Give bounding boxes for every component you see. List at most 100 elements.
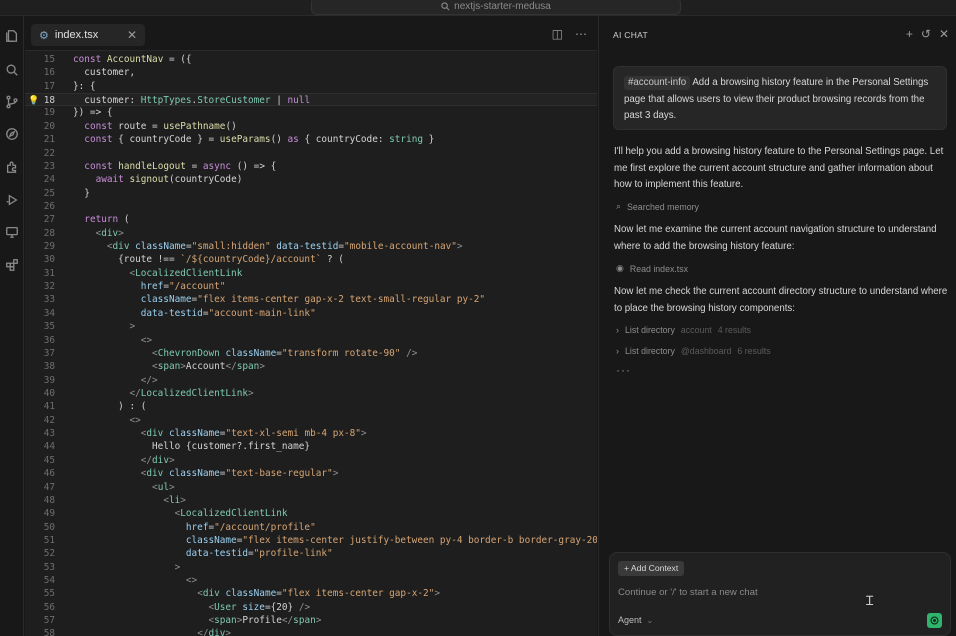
- code-line[interactable]: 27 return (: [25, 213, 597, 226]
- line-number: 53: [43, 561, 55, 573]
- code-text: </LocalizedClientLink>: [129, 387, 254, 399]
- code-text: className="flex items-center justify-bet…: [185, 534, 597, 546]
- code-line[interactable]: 25 }: [25, 187, 597, 200]
- more-icon[interactable]: ⋯: [575, 28, 587, 40]
- code-line[interactable]: 17}: {: [25, 80, 597, 93]
- split-editor-icon[interactable]: ◫: [552, 28, 563, 40]
- code-line[interactable]: 33 className="flex items-center gap-x-2 …: [25, 293, 597, 306]
- close-icon[interactable]: ✕: [939, 27, 949, 41]
- code-line[interactable]: 24 await signout(countryCode): [25, 173, 597, 186]
- code-line[interactable]: 58 </div>: [25, 627, 597, 636]
- compass-icon[interactable]: [4, 126, 20, 142]
- mode-selector[interactable]: Agent ⌄: [618, 615, 653, 625]
- code-line[interactable]: 50 href="/account/profile": [25, 521, 597, 534]
- code-line[interactable]: 42 <>: [25, 414, 597, 427]
- line-number: 22: [43, 147, 55, 159]
- line-number: 44: [43, 441, 55, 453]
- code-line[interactable]: 44 Hello {customer?.first_name}: [25, 440, 597, 453]
- add-context-button[interactable]: + Add Context: [618, 561, 685, 576]
- search-icon[interactable]: [4, 62, 20, 78]
- code-line[interactable]: 35 >: [25, 320, 597, 333]
- send-button[interactable]: [927, 613, 942, 628]
- chat-header-actions: + ↺ ✕: [906, 27, 949, 41]
- code-line[interactable]: 39 </>: [25, 374, 597, 387]
- code-line[interactable]: 26: [25, 200, 597, 213]
- tool-call-read-file[interactable]: ◉ Read index.tsx: [616, 263, 688, 274]
- code-area[interactable]: 15 const AccountNav = ({16 customer, 17}: …: [25, 53, 597, 636]
- code-line[interactable]: 47 <ul>: [25, 481, 597, 494]
- code-line[interactable]: 16 customer,: [25, 66, 597, 79]
- tool-call-list-directory[interactable]: › List directory account 4 results: [616, 325, 751, 335]
- code-line[interactable]: 48 <li>: [25, 494, 597, 507]
- tool-call-list-directory[interactable]: › List directory @dashboard 6 results: [616, 346, 771, 356]
- source-control-icon[interactable]: [4, 94, 20, 110]
- line-number: 40: [43, 387, 55, 399]
- run-debug-icon[interactable]: [4, 192, 20, 208]
- line-number: 33: [43, 294, 55, 306]
- code-line[interactable]: 34 data-testid="account-main-link": [25, 307, 597, 320]
- code-text: const handleLogout = async () => {: [84, 160, 277, 172]
- line-number: 25: [43, 187, 55, 199]
- code-line[interactable]: 29 <div className="small:hidden" data-te…: [25, 240, 597, 253]
- chevron-right-icon: ›: [616, 325, 619, 335]
- code-line[interactable]: 21 const { countryCode } = useParams() a…: [25, 133, 597, 146]
- code-line[interactable]: 45 </div>: [25, 454, 597, 467]
- code-text: href="/account": [140, 281, 226, 293]
- code-line[interactable]: 49 <LocalizedClientLink: [25, 507, 597, 520]
- close-icon[interactable]: ✕: [127, 28, 137, 42]
- code-line[interactable]: 30 {route !== `/${countryCode}/account` …: [25, 253, 597, 266]
- code-editor: ⚙ index.tsx ✕ ◫ ⋯ 15 const AccountNav = (…: [25, 16, 597, 636]
- line-number: 57: [43, 615, 55, 627]
- line-number: 41: [43, 401, 55, 413]
- tool-call-searched-memory[interactable]: ⌕ Searched memory: [616, 201, 699, 212]
- code-text: </div>: [197, 628, 232, 636]
- code-text: }: {: [73, 80, 96, 92]
- explorer-icon[interactable]: [4, 28, 20, 44]
- code-line[interactable]: 46 <div className="text-base-regular">: [25, 467, 597, 480]
- code-line[interactable]: 36 <>: [25, 334, 597, 347]
- line-number: 56: [43, 601, 55, 613]
- code-line[interactable]: 54 <>: [25, 574, 597, 587]
- code-line[interactable]: 40 </LocalizedClientLink>: [25, 387, 597, 400]
- code-line[interactable]: 55 <div className="flex items-center gap…: [25, 587, 597, 600]
- extensions-puzzle-icon[interactable]: [4, 159, 20, 175]
- remote-icon[interactable]: [4, 224, 20, 240]
- code-line[interactable]: 41 ) : (: [25, 400, 597, 413]
- code-line[interactable]: 37 <ChevronDown className="transform rot…: [25, 347, 597, 360]
- line-number: 29: [43, 241, 55, 253]
- history-icon[interactable]: ↺: [921, 27, 931, 41]
- eye-icon: ◉: [616, 263, 624, 273]
- code-text: <div className="text-base-regular">: [140, 468, 339, 480]
- code-line[interactable]: 32 href="/account": [25, 280, 597, 293]
- code-text: <span>Profile</span>: [208, 615, 322, 627]
- blocks-icon[interactable]: [4, 257, 20, 273]
- code-line[interactable]: 💡 18 customer: HttpTypes.StoreCustomer | …: [25, 93, 597, 107]
- code-line[interactable]: 52 data-testid="profile-link": [25, 547, 597, 560]
- code-line[interactable]: 53 >: [25, 561, 597, 574]
- code-line[interactable]: 20 const route = usePathname(): [25, 120, 597, 133]
- code-line[interactable]: 15 const AccountNav = ({: [25, 53, 597, 66]
- context-mention[interactable]: #account-info: [624, 76, 691, 90]
- code-line[interactable]: 19}) => {: [25, 106, 597, 119]
- code-line[interactable]: 57 <span>Profile</span>: [25, 614, 597, 627]
- code-line[interactable]: 23 const handleLogout = async () => {: [25, 160, 597, 173]
- code-line[interactable]: 51 className="flex items-center justify-…: [25, 534, 597, 547]
- line-number: 52: [43, 548, 55, 560]
- code-line[interactable]: 31 <LocalizedClientLink: [25, 267, 597, 280]
- chat-title: AI CHAT: [613, 30, 649, 40]
- code-line[interactable]: 43 <div className="text-xl-semi mb-4 px-…: [25, 427, 597, 440]
- plus-icon[interactable]: +: [906, 27, 913, 41]
- command-center-search[interactable]: nextjs-starter-medusa: [311, 0, 681, 15]
- line-number: 48: [43, 494, 55, 506]
- code-text: return (: [84, 214, 130, 226]
- code-line[interactable]: 28 <div>: [25, 227, 597, 240]
- code-line[interactable]: 56 <User size={20} />: [25, 601, 597, 614]
- code-text: <div className="flex items-center gap-x-…: [197, 588, 440, 600]
- line-number: 18: [43, 95, 55, 107]
- code-line[interactable]: 22: [25, 147, 597, 160]
- code-line[interactable]: 38 <span>Account</span>: [25, 360, 597, 373]
- tab-index-tsx[interactable]: ⚙ index.tsx ✕: [31, 24, 145, 46]
- code-text: }: [73, 187, 90, 199]
- code-text: <>: [140, 334, 153, 346]
- line-number: 36: [43, 334, 55, 346]
